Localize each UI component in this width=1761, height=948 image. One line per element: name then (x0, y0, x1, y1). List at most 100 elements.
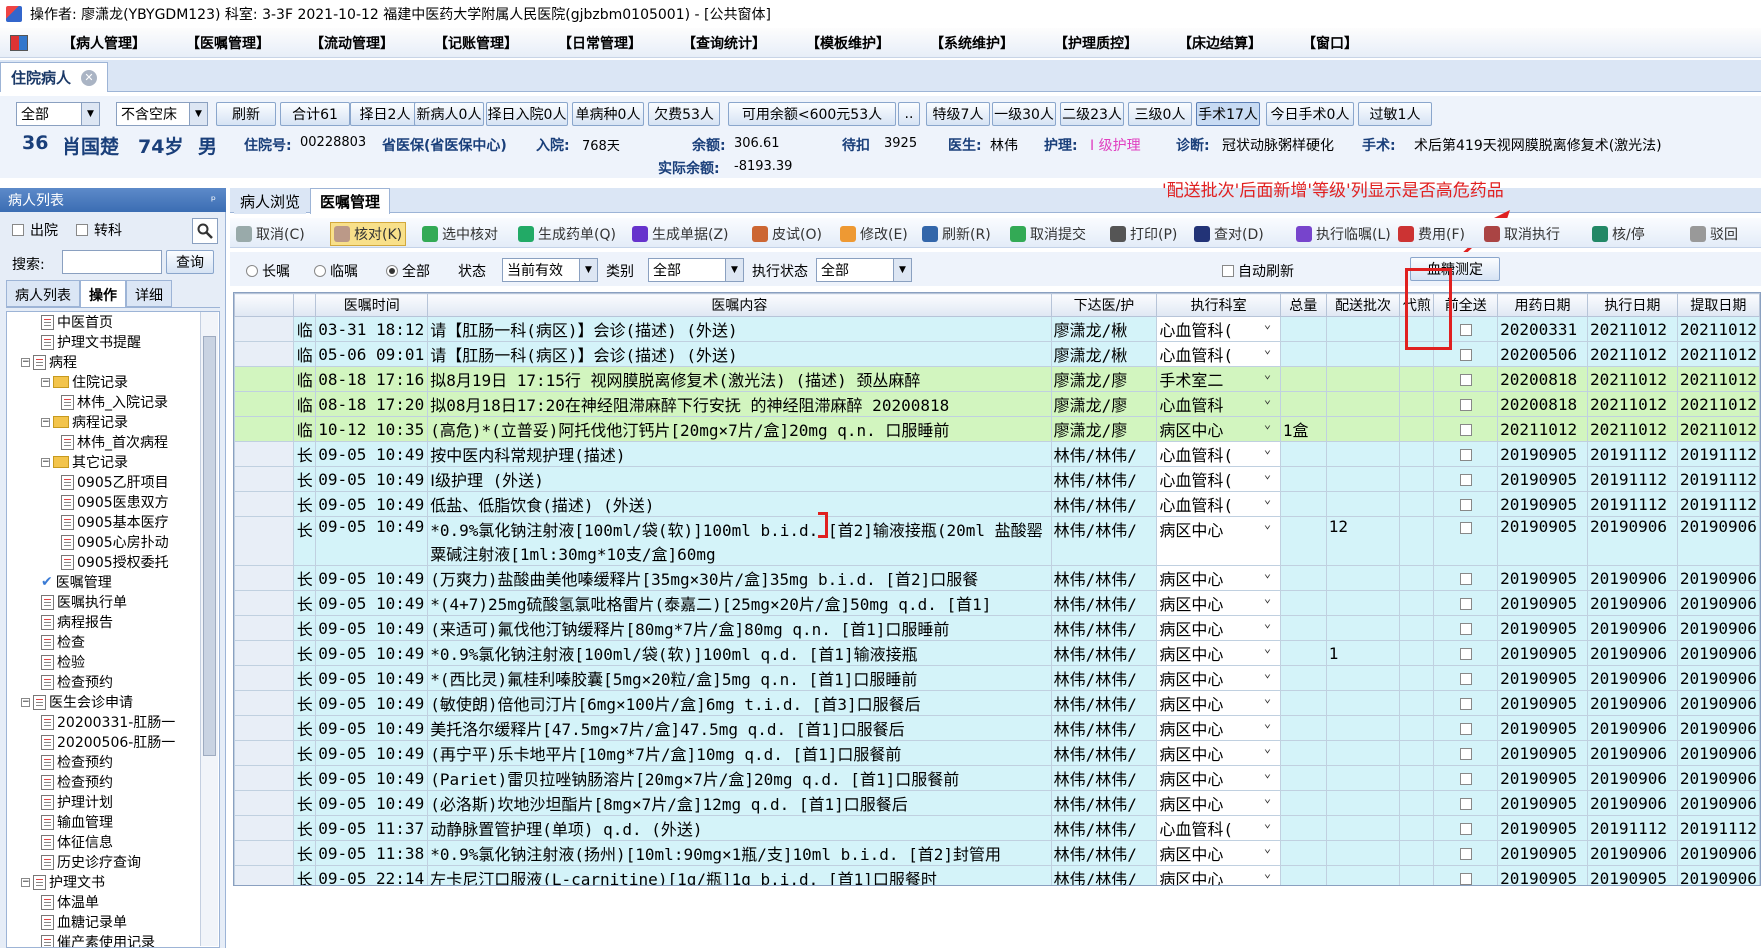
total-quantity[interactable] (1279, 840, 1327, 866)
tree-node[interactable]: 林伟_入院记录 (61, 392, 168, 412)
delivery-batch[interactable] (1325, 316, 1401, 342)
exec-department[interactable]: 病区中心 (1156, 665, 1281, 691)
prescriber[interactable]: 林伟/林伟/ (1050, 690, 1158, 716)
decoct-cell[interactable] (1399, 815, 1435, 841)
medication-date[interactable]: 20190905 (1497, 740, 1588, 766)
search-icon[interactable] (192, 218, 218, 244)
search-input[interactable] (62, 250, 162, 274)
toolbar-cancel-submit-button[interactable]: 取消提交 (1010, 222, 1086, 246)
medication-date[interactable]: 20211012 (1497, 416, 1588, 442)
medication-date[interactable]: 20190905 (1497, 790, 1588, 816)
toolbar-generate-drug-list-button[interactable]: 生成药单(Q) (518, 222, 616, 246)
decoct-cell[interactable] (1399, 690, 1435, 716)
expand-icon[interactable]: − (21, 877, 30, 887)
tree-node[interactable]: 输血管理 (41, 812, 113, 832)
toolbar-execute-temp-button[interactable]: 执行临嘱(L) (1296, 222, 1391, 246)
delivery-batch[interactable] (1325, 690, 1401, 716)
order-row[interactable]: 临 08-18 17:16 拟8月19日 17:15行 视网膜脱离修复术(激光法) … (234, 366, 1760, 392)
delivery-batch[interactable] (1325, 491, 1401, 517)
send-checkbox[interactable] (1433, 466, 1499, 492)
exec-department[interactable]: 病区中心 (1156, 865, 1281, 885)
medication-date[interactable]: 20190905 (1497, 466, 1588, 492)
exec-department[interactable]: 心血管科( (1156, 341, 1281, 367)
transfer-filter[interactable]: 转科 (76, 220, 122, 240)
order-row[interactable]: 长 09-05 10:49 (万爽力)盐酸曲美他嗪缓释片[35mg×30片/盒]35… (234, 565, 1760, 591)
total-quantity[interactable] (1279, 466, 1327, 492)
execution-date[interactable]: 20211012 (1586, 341, 1678, 367)
medication-date[interactable]: 20190905 (1497, 640, 1588, 666)
prescriber[interactable]: 廖潇龙/廖 (1050, 391, 1158, 417)
send-checkbox[interactable] (1433, 640, 1499, 666)
medication-date[interactable]: 20200818 (1497, 366, 1588, 392)
order-content[interactable]: 按中医内科常规护理(描述) (427, 441, 1052, 467)
decoct-cell[interactable] (1399, 765, 1435, 791)
prescriber[interactable]: 林伟/林伟/ (1050, 640, 1158, 666)
send-checkbox[interactable] (1433, 366, 1499, 392)
order-row[interactable]: 长09-05 10:49低盐、低脂饮食(描述) (外送)林伟/林伟/心血管科(2… (234, 491, 1760, 517)
order-row[interactable]: 长 09-05 11:37 动静脉置管护理(单项) q.d. (外送) 林伟/林伟/心… (234, 815, 1760, 841)
order-time[interactable]: 09-05 10:49 (315, 765, 429, 791)
order-time[interactable]: 09-05 10:49 (315, 590, 429, 616)
menu-item-7[interactable]: 【系统维护】 (910, 33, 1034, 53)
medication-date[interactable]: 20190905 (1497, 765, 1588, 791)
tree-node[interactable]: 检验 (41, 652, 85, 672)
prescriber[interactable]: 林伟/林伟/ (1050, 441, 1158, 467)
toolbar-generate-form-button[interactable]: 生成单据(Z) (632, 222, 729, 246)
order-content[interactable]: (Pariet)雷贝拉唑钠肠溶片[20mg×7片/盒]20mg q.d. [首1… (427, 765, 1052, 791)
send-checkbox-box[interactable] (1459, 449, 1472, 461)
execution-date[interactable]: 20211012 (1586, 316, 1678, 342)
tree-node[interactable]: − 其它记录 (41, 452, 128, 472)
type-select[interactable]: 全部 ▼ (648, 258, 744, 282)
execution-date[interactable]: 20190906 (1586, 840, 1678, 866)
decoct-cell[interactable] (1399, 416, 1435, 442)
total-quantity[interactable] (1279, 316, 1327, 342)
tree-node[interactable]: 体征信息 (41, 832, 113, 852)
toolbar-edit-button[interactable]: 修改(E) (840, 222, 908, 246)
medication-date[interactable]: 20190905 (1497, 491, 1588, 517)
order-content[interactable]: 请【肛肠一科(病区)】会诊(描述) (外送) (427, 341, 1052, 367)
exec-department[interactable]: 病区中心 (1156, 565, 1281, 591)
send-checkbox-box[interactable] (1459, 698, 1472, 710)
tree-node[interactable]: − 住院记录 (41, 372, 128, 392)
execution-date[interactable]: 20190906 (1586, 516, 1678, 566)
order-content[interactable]: (来适可)氟伐他汀钠缓释片[80mg*7片/盒]80mg q.n. [首1]口服… (427, 615, 1052, 641)
order-content[interactable]: *(西比灵)氟桂利嗪胶囊[5mg×20粒/盒]5mg q.n. [首1]口服睡前 (427, 665, 1052, 691)
tree-node[interactable]: 检查预约 (41, 752, 113, 772)
expand-icon[interactable]: − (21, 357, 30, 367)
send-checkbox-box[interactable] (1459, 848, 1472, 860)
medication-date[interactable]: 20190905 (1497, 615, 1588, 641)
window-menu-icon[interactable] (10, 34, 28, 51)
order-time[interactable]: 09-05 10:49 (315, 516, 429, 566)
exec-department[interactable]: 病区中心 (1156, 690, 1281, 716)
menu-item-2[interactable]: 【流动管理】 (290, 33, 414, 53)
extraction-date[interactable]: 20211012 (1676, 341, 1760, 367)
transfer-checkbox[interactable] (76, 224, 88, 236)
send-checkbox[interactable] (1433, 516, 1499, 566)
prescriber[interactable]: 林伟/林伟/ (1050, 466, 1158, 492)
order-content[interactable]: 动静脉置管护理(单项) q.d. (外送) (427, 815, 1052, 841)
filter-button-14[interactable]: 今日手术0人 (1266, 102, 1354, 126)
close-icon[interactable]: ✕ (81, 69, 98, 86)
extraction-date[interactable]: 20190906 (1676, 840, 1760, 866)
delivery-batch[interactable] (1325, 366, 1401, 392)
tree-node[interactable]: 血糖记录单 (41, 912, 127, 932)
send-checkbox-box[interactable] (1459, 521, 1472, 534)
execution-date[interactable]: 20190906 (1586, 690, 1678, 716)
scope-select[interactable]: 全部 ▼ (16, 102, 100, 126)
extraction-date[interactable]: 20190906 (1676, 640, 1760, 666)
tree-node[interactable]: ✔ 医嘱管理 (41, 572, 112, 592)
medication-date[interactable]: 20190905 (1497, 665, 1588, 691)
send-checkbox[interactable] (1433, 815, 1499, 841)
expand-icon[interactable]: − (41, 417, 50, 427)
auto-refresh-checkbox[interactable]: 自动刷新 (1222, 261, 1294, 281)
decoct-cell[interactable] (1399, 740, 1435, 766)
send-checkbox-box[interactable] (1459, 723, 1472, 735)
order-time[interactable]: 09-05 22:14 (315, 865, 429, 885)
medication-date[interactable]: 20190905 (1497, 441, 1588, 467)
total-quantity[interactable] (1279, 441, 1327, 467)
order-row[interactable]: 长 09-05 22:14 左卡尼汀口服液(L-carnitine)[1g/瓶]1g… (234, 865, 1760, 885)
total-quantity[interactable] (1279, 640, 1327, 666)
exec-department[interactable]: 病区中心 (1156, 740, 1281, 766)
extraction-date[interactable]: 20190906 (1676, 790, 1760, 816)
column-header[interactable]: 下达医/护 (1050, 293, 1158, 317)
